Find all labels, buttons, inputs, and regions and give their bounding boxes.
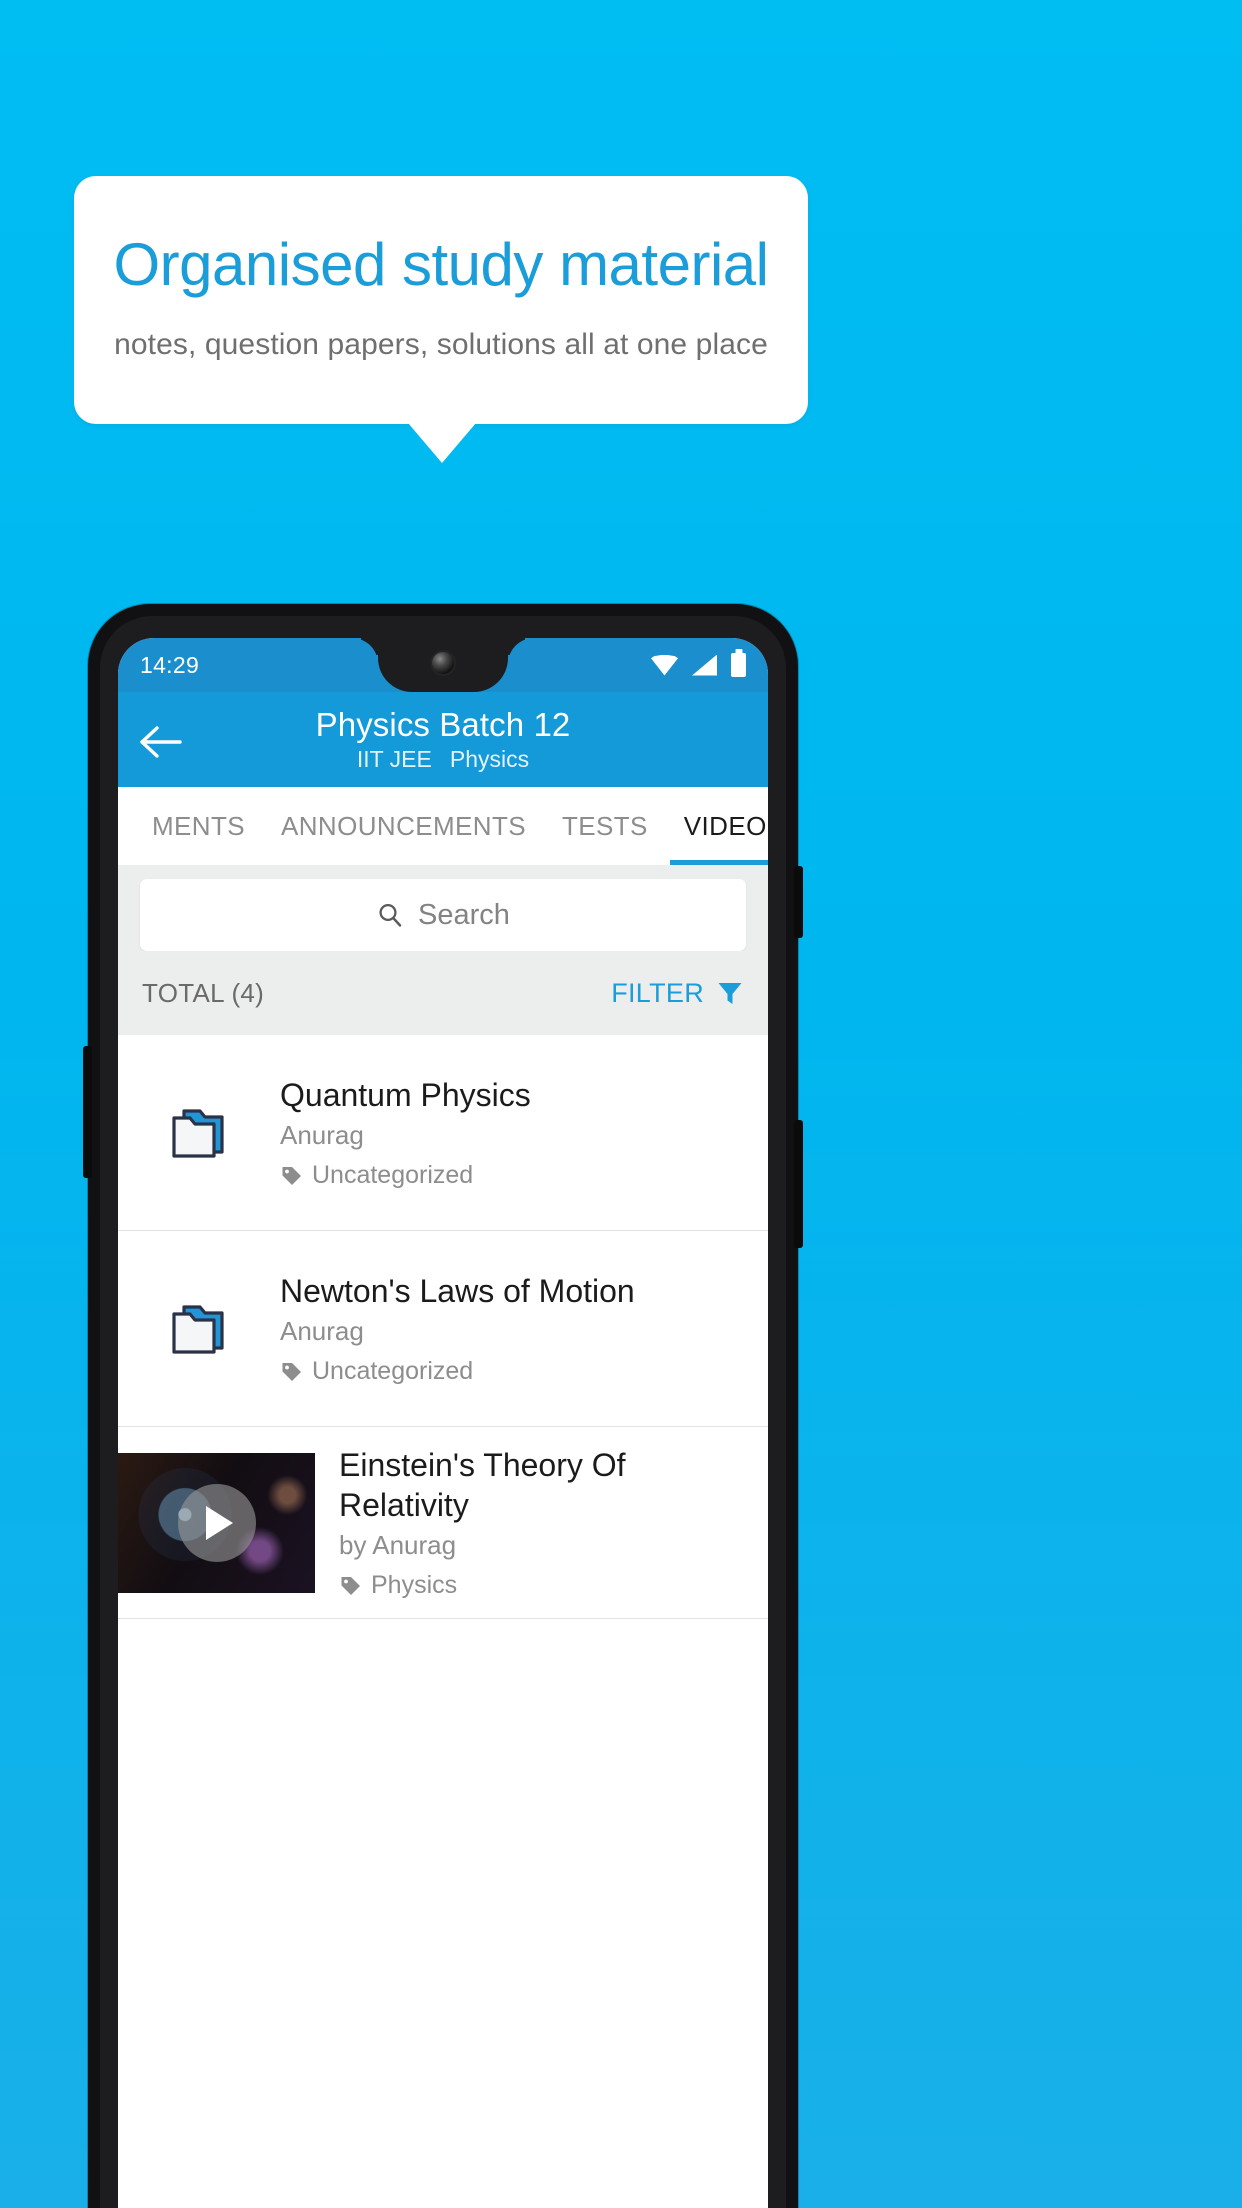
list-item-text: Newton's Laws of Motion Anurag Uncategor… xyxy=(280,1271,748,1386)
list-item[interactable]: Quantum Physics Anurag Uncategorized xyxy=(118,1035,768,1231)
tag-icon xyxy=(339,1574,362,1597)
phone-volume-button xyxy=(794,1120,803,1248)
app-bar-subtitle: IIT JEE Physics xyxy=(136,746,750,773)
page-title: Physics Batch 12 xyxy=(315,706,571,743)
folder-icon xyxy=(168,1300,230,1358)
promo-card: Organised study material notes, question… xyxy=(74,176,808,424)
play-triangle xyxy=(206,1505,233,1540)
back-arrow-icon[interactable] xyxy=(136,716,188,768)
tab-videos[interactable]: VIDEOS xyxy=(666,787,768,865)
filter-funnel-icon xyxy=(716,979,744,1007)
battery-icon xyxy=(731,653,746,677)
signal-icon xyxy=(692,654,717,676)
list-item-text: Quantum Physics Anurag Uncategorized xyxy=(280,1075,748,1190)
list-item-icon-cell xyxy=(118,1300,280,1358)
wifi-icon xyxy=(651,654,678,676)
list-item[interactable]: Newton's Laws of Motion Anurag Uncategor… xyxy=(118,1231,768,1427)
search-section: Search xyxy=(118,865,768,951)
list-item-tag-label: Uncategorized xyxy=(312,1161,474,1189)
tab-announcements[interactable]: ANNOUNCEMENTS xyxy=(263,787,544,865)
list-toolbar: TOTAL (4) FILTER xyxy=(118,951,768,1035)
filter-label: FILTER xyxy=(611,977,704,1008)
search-icon xyxy=(376,901,404,929)
list-item-tag-label: Physics xyxy=(371,1571,458,1599)
list-item-tag: Physics xyxy=(339,1571,752,1600)
app-bar-titles: Physics Batch 12 IIT JEE Physics xyxy=(136,698,750,773)
list-item-text: Einstein's Theory Of Relativity by Anura… xyxy=(315,1427,768,1618)
list-item-tag: Uncategorized xyxy=(280,1161,738,1190)
front-camera-icon xyxy=(432,652,454,674)
tag-icon xyxy=(280,1164,303,1187)
list-item-author: Anurag xyxy=(280,1120,364,1150)
filter-button[interactable]: FILTER xyxy=(611,978,744,1009)
list-item-author: by Anurag xyxy=(339,1530,457,1560)
phone-bezel: 14:29 Physics Batch 12 IIT JEE Physics M… xyxy=(100,616,786,2208)
tab-tests[interactable]: TESTS xyxy=(544,787,666,865)
play-icon[interactable] xyxy=(177,1483,256,1562)
list-item-tag-label: Uncategorized xyxy=(312,1357,474,1385)
phone-mockup: 14:29 Physics Batch 12 IIT JEE Physics M… xyxy=(83,604,803,2208)
list-item-tag: Uncategorized xyxy=(280,1357,738,1386)
status-bar-icons xyxy=(651,653,746,677)
status-bar-time: 14:29 xyxy=(140,651,200,678)
list-item[interactable]: Einstein's Theory Of Relativity by Anura… xyxy=(118,1427,768,1619)
app-bar-subtitle-exam: IIT JEE xyxy=(356,746,432,772)
phone-screen: 14:29 Physics Batch 12 IIT JEE Physics M… xyxy=(118,638,768,2208)
phone-side-button xyxy=(83,1046,92,1178)
total-count-label: TOTAL (4) xyxy=(142,977,265,1008)
video-thumbnail[interactable] xyxy=(118,1452,315,1593)
search-input[interactable]: Search xyxy=(140,879,746,951)
list-item-title: Quantum Physics xyxy=(280,1077,531,1113)
tag-icon xyxy=(280,1360,303,1383)
promo-screenshot: Organised study material notes, question… xyxy=(0,0,1242,2208)
list-item-title: Einstein's Theory Of Relativity xyxy=(339,1447,626,1523)
video-list: Quantum Physics Anurag Uncategorized New… xyxy=(118,1035,768,1619)
list-item-icon-cell xyxy=(118,1104,280,1162)
app-bar-subtitle-subject: Physics xyxy=(449,746,530,772)
promo-title: Organised study material xyxy=(113,231,769,298)
promo-subtitle: notes, question papers, solutions all at… xyxy=(114,328,768,361)
tab-bar: MENTS ANNOUNCEMENTS TESTS VIDEOS xyxy=(118,787,768,865)
tab-assignments[interactable]: MENTS xyxy=(134,787,263,865)
list-item-title: Newton's Laws of Motion xyxy=(280,1273,635,1309)
app-bar: Physics Batch 12 IIT JEE Physics xyxy=(118,692,768,787)
promo-card-tail xyxy=(408,423,476,463)
search-placeholder: Search xyxy=(418,898,510,931)
folder-icon xyxy=(168,1104,230,1162)
phone-power-button xyxy=(794,866,803,938)
list-item-author: Anurag xyxy=(280,1316,364,1346)
phone-notch xyxy=(378,638,508,692)
